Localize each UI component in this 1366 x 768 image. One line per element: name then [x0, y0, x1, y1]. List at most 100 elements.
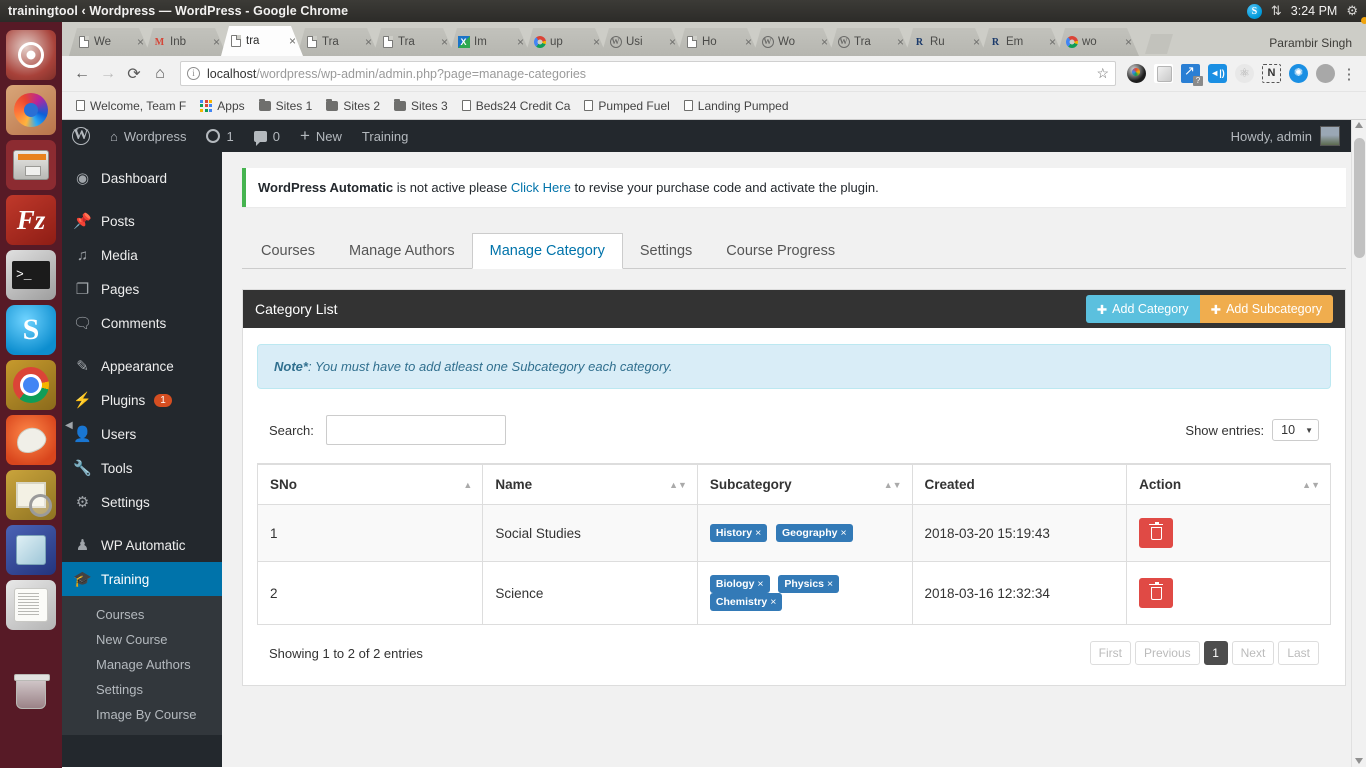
close-icon[interactable]: ×: [897, 36, 907, 48]
sidebar-item-media[interactable]: ♫ Media: [62, 238, 222, 272]
close-icon[interactable]: ×: [973, 36, 983, 48]
gimp-icon[interactable]: [6, 415, 56, 465]
scrollbar-thumb[interactable]: [1354, 138, 1365, 258]
globe-ext-icon[interactable]: ✺: [1289, 64, 1308, 83]
entries-select[interactable]: 10 ▼: [1272, 419, 1319, 442]
color-picker-ext-icon[interactable]: [1127, 64, 1146, 83]
cloud-ext-icon[interactable]: [1316, 64, 1335, 83]
submenu-item-image-by-course[interactable]: Image By Course: [62, 702, 222, 727]
subcategory-tag[interactable]: Biology ×: [709, 575, 770, 594]
sidebar-item-comments[interactable]: 🗨 Comments: [62, 306, 222, 340]
notion-ext-icon[interactable]: N: [1262, 64, 1281, 83]
browser-tab-3[interactable]: Tra ×: [297, 28, 379, 56]
browser-tab-1[interactable]: M Inb ×: [145, 28, 227, 56]
notice-link[interactable]: Click Here: [511, 180, 571, 195]
close-icon[interactable]: ×: [821, 36, 831, 48]
delete-button[interactable]: [1139, 518, 1174, 549]
browser-tab-7[interactable]: W Usi ×: [601, 28, 683, 56]
analytics-ext-icon[interactable]: ?: [1181, 63, 1203, 86]
sidebar-item-tools[interactable]: 🔧 Tools: [62, 451, 222, 485]
browser-tab-4[interactable]: Tra ×: [373, 28, 455, 56]
scroll-up-arrow-icon[interactable]: [1355, 122, 1363, 128]
address-bar[interactable]: i localhost/wordpress/wp-admin/admin.php…: [180, 61, 1116, 86]
bookmark-item[interactable]: Beds24 Credit Ca: [456, 97, 577, 115]
forward-arrow-icon[interactable]: →: [96, 62, 120, 86]
close-icon[interactable]: ×: [213, 36, 223, 48]
browser-tab-6[interactable]: up ×: [525, 28, 607, 56]
close-icon[interactable]: ×: [517, 36, 527, 48]
virtualbox-icon[interactable]: [6, 525, 56, 575]
trash-icon[interactable]: [6, 668, 56, 718]
close-icon[interactable]: ×: [441, 36, 451, 48]
submenu-item-new-course[interactable]: New Course: [62, 627, 222, 652]
remove-tag-icon[interactable]: ×: [757, 578, 763, 590]
new-tab-button[interactable]: [1145, 34, 1173, 54]
sidebar-item-settings[interactable]: ⚙ Settings: [62, 485, 222, 519]
add-category-button[interactable]: ✚ Add Category: [1085, 295, 1200, 324]
bookmark-star-icon[interactable]: ☆: [1096, 65, 1109, 82]
browser-tab-11[interactable]: R Ru ×: [905, 28, 987, 56]
close-icon[interactable]: ×: [137, 36, 147, 48]
sidebar-item-dashboard[interactable]: ◉ Dashboard: [62, 161, 222, 195]
page-info-icon[interactable]: i: [187, 67, 200, 80]
cube-ext-icon[interactable]: [1154, 64, 1173, 83]
column-header-subcategory[interactable]: Subcategory ▲▼: [696, 463, 913, 506]
page-previous-button[interactable]: Previous: [1134, 641, 1200, 666]
chrome-icon[interactable]: [6, 360, 56, 410]
submenu-item-courses[interactable]: Courses: [62, 602, 222, 627]
adminbar-training[interactable]: Training: [352, 120, 418, 152]
adminbar-new[interactable]: + New: [290, 120, 352, 152]
kebab-menu-icon[interactable]: ⋮: [1340, 65, 1358, 83]
clock[interactable]: 3:24 PM: [1291, 4, 1338, 18]
reload-icon[interactable]: ⟳: [122, 62, 146, 86]
browser-tab-8[interactable]: Ho ×: [677, 28, 759, 56]
browser-tab-12[interactable]: R Em ×: [981, 28, 1063, 56]
search-input[interactable]: [325, 415, 506, 446]
submenu-item-settings[interactable]: Settings: [62, 677, 222, 702]
wp-logo-button[interactable]: W: [62, 120, 100, 152]
home-icon[interactable]: ⌂: [148, 62, 172, 86]
subcategory-tag[interactable]: Physics ×: [778, 575, 840, 594]
terminal-icon[interactable]: >_: [6, 250, 56, 300]
remove-tag-icon[interactable]: ×: [827, 578, 833, 590]
network-tray-icon[interactable]: ⇅: [1271, 3, 1282, 19]
close-icon[interactable]: ×: [365, 36, 375, 48]
adminbar-site-name[interactable]: ⌂ Wordpress: [100, 120, 196, 152]
remove-tag-icon[interactable]: ×: [770, 596, 776, 608]
sidebar-item-users[interactable]: 👤 Users: [62, 417, 222, 451]
browser-tab-9[interactable]: W Wo ×: [753, 28, 835, 56]
bookmark-item[interactable]: Sites 3: [388, 97, 454, 115]
tab-manage-authors[interactable]: Manage Authors: [332, 234, 472, 268]
adminbar-updates[interactable]: 1: [196, 120, 243, 152]
skype-icon[interactable]: S: [6, 305, 56, 355]
remove-tag-icon[interactable]: ×: [755, 527, 761, 539]
column-header-created[interactable]: Created: [911, 463, 1128, 506]
tab-courses[interactable]: Courses: [244, 234, 332, 268]
bookmark-item[interactable]: Landing Pumped: [678, 97, 795, 115]
page-first-button[interactable]: First: [1089, 641, 1131, 666]
sidebar-item-training[interactable]: 🎓 Training: [62, 562, 222, 596]
delete-button[interactable]: [1139, 578, 1174, 609]
page-1-button[interactable]: 1: [1203, 641, 1228, 666]
sidebar-item-appearance[interactable]: ✎ Appearance: [62, 349, 222, 383]
filezilla-icon[interactable]: Fz: [6, 195, 56, 245]
collapse-menu-arrow-icon[interactable]: ◀: [62, 420, 73, 431]
column-header-sno[interactable]: SNo ▲: [256, 463, 484, 506]
sidebar-item-plugins[interactable]: ⚡ Plugins 1: [62, 383, 222, 417]
gear-icon[interactable]: ⚙: [1346, 3, 1358, 19]
close-icon[interactable]: ×: [669, 36, 679, 48]
back-arrow-icon[interactable]: ←: [70, 62, 94, 86]
close-icon[interactable]: ×: [289, 35, 299, 47]
firefox-icon[interactable]: [6, 85, 56, 135]
tab-settings[interactable]: Settings: [623, 234, 709, 268]
bookmark-item[interactable]: Sites 2: [320, 97, 386, 115]
bookmark-apps[interactable]: Apps: [194, 97, 250, 115]
browser-tab-10[interactable]: W Tra ×: [829, 28, 911, 56]
close-icon[interactable]: ×: [593, 36, 603, 48]
adminbar-howdy[interactable]: Howdy, admin: [1231, 126, 1366, 146]
react-devtools-ext-icon[interactable]: ⚛: [1235, 64, 1254, 83]
profile-chip[interactable]: Parambir Singh: [1261, 34, 1360, 52]
ubuntu-dash-icon[interactable]: [6, 30, 56, 80]
bookmark-item[interactable]: Welcome, Team F: [70, 97, 192, 115]
text-editor-icon[interactable]: [6, 580, 56, 630]
